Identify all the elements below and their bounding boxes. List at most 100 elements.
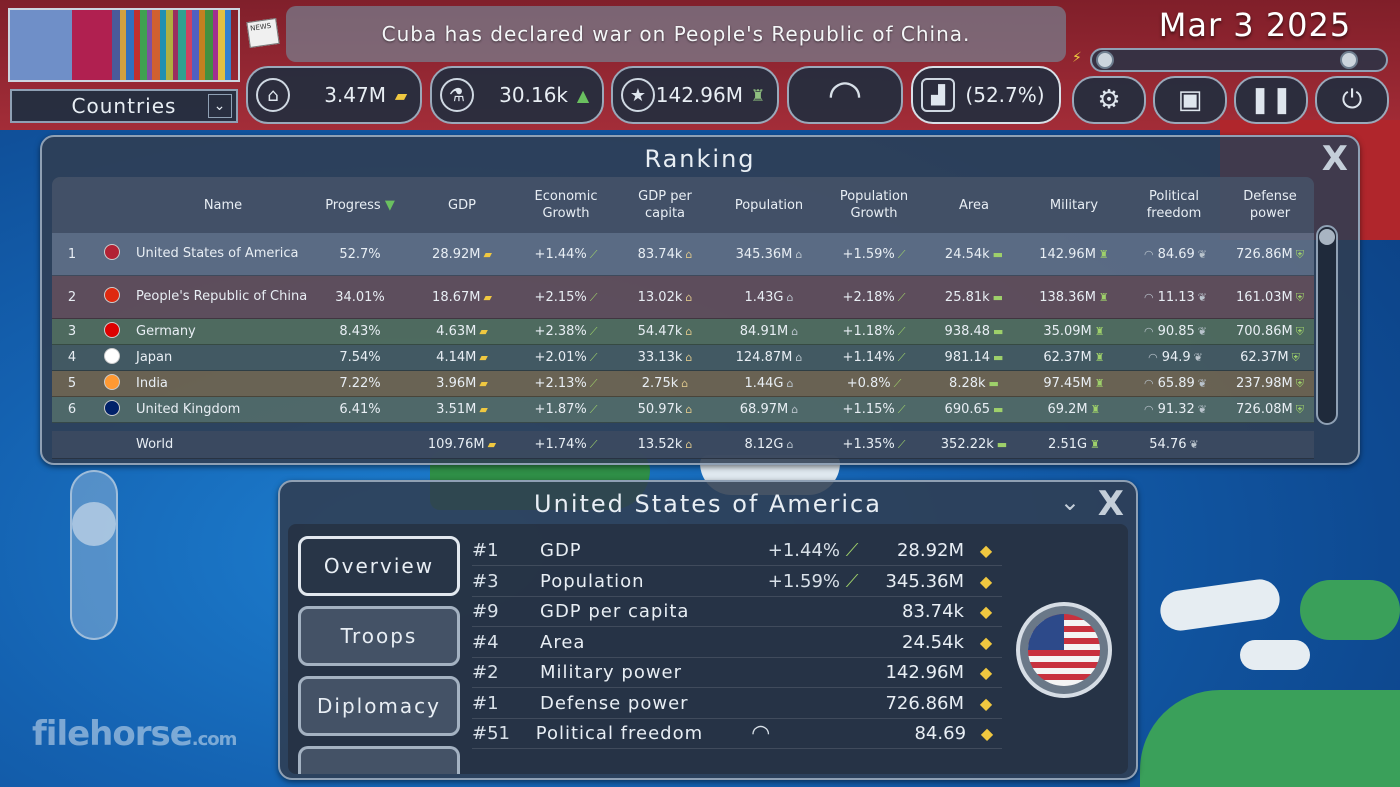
newspaper-icon[interactable]: NEWS xyxy=(246,18,280,48)
tab-diplomacy[interactable]: Diplomacy xyxy=(298,676,460,736)
freedom-cell: ◠ 84.69 ❦ xyxy=(1143,246,1208,262)
close-icon[interactable]: X xyxy=(1098,484,1124,524)
chevron-down-icon[interactable]: ⌄ xyxy=(1060,488,1080,516)
column-header[interactable]: Name xyxy=(132,197,310,214)
progress-cell: 34.01% xyxy=(335,289,385,305)
countries-dropdown[interactable]: Countries ⌄ xyxy=(10,89,238,123)
table-row[interactable]: 4 Japan 7.54% 4.14M ▰ +2.01% ⟋ 33.13k ⌂ 124.87M ⌂ +… xyxy=(52,345,1314,371)
parliament-icon: ◠ xyxy=(1143,377,1154,390)
laurel-icon: ❦ xyxy=(1197,403,1208,416)
gdp-cell: 28.92M ▰ xyxy=(432,246,492,262)
news-headline[interactable]: Cuba has declared war on People's Republ… xyxy=(286,6,1066,62)
growth-cell: +1.87% ⟋ xyxy=(534,402,598,417)
stat-growth: +1.59% xyxy=(767,570,840,592)
close-icon[interactable]: X xyxy=(1322,139,1348,179)
research-stat[interactable]: ⚗ 30.16k ▲ xyxy=(430,66,604,124)
gdp-pc-cell: 2.75k ⌂ xyxy=(641,376,689,391)
world-area: 352.22k xyxy=(940,437,994,452)
military-cell: 142.96M ♜ xyxy=(1039,246,1109,262)
table-row[interactable]: 6 United Kingdom 6.41% 3.51M ▰ +1.87% ⟋ 50.97k ⌂… xyxy=(52,397,1314,423)
game-date: Mar 3 2025 xyxy=(1158,6,1352,44)
world-pop-growth: +1.35% xyxy=(842,437,895,452)
column-header[interactable]: Economic Growth xyxy=(514,188,618,222)
world-gdp: 109.76M xyxy=(427,437,485,452)
area-cell: 8.28k ▬ xyxy=(949,376,999,391)
soldier-icon: ♜ xyxy=(1090,438,1100,451)
approval-stat[interactable]: ▟ (52.7%) xyxy=(911,66,1061,124)
growth-cell: +2.13% ⟋ xyxy=(534,376,598,391)
column-header[interactable]: Population xyxy=(712,197,826,214)
house-icon: ⌂ xyxy=(791,403,799,416)
pause-button[interactable]: ❚❚ xyxy=(1234,76,1308,124)
gdp-pc-cell: 83.74k ⌂ xyxy=(637,246,693,262)
tab-troops[interactable]: Troops xyxy=(298,606,460,666)
gdp-pc-cell: 13.02k ⌂ xyxy=(637,289,693,305)
laurel-icon: ❦ xyxy=(1197,325,1208,338)
gold-bars-icon: ▰ xyxy=(479,351,488,364)
growth-icon: ⟋ xyxy=(589,438,598,451)
world-totals-row: World 109.76M ▰ +1.74% ⟋ 13.52k ⌂ 8.12G ⌂ +1… xyxy=(52,431,1314,459)
pop-growth-cell: +1.15% ⟋ xyxy=(842,402,906,417)
rank-cell: 5 xyxy=(67,376,77,391)
land-icon: ▬ xyxy=(996,438,1008,451)
watermark-text: filehorse xyxy=(32,714,193,754)
gdp-cell: 4.14M ▰ xyxy=(436,350,488,365)
stat-label: Military power xyxy=(540,662,683,683)
zoom-slider[interactable] xyxy=(70,470,118,640)
stat-icon: ◆ xyxy=(980,724,994,743)
defense-cell: 726.86M ⛨ xyxy=(1236,246,1304,262)
growth-icon: ⟋ xyxy=(845,570,859,592)
gdp-cell: 18.67M ▰ xyxy=(432,289,492,305)
ranking-scrollbar[interactable] xyxy=(1316,225,1338,425)
growth-icon: ⟋ xyxy=(589,403,598,416)
growth-icon: ⟋ xyxy=(897,325,906,338)
tab-more[interactable] xyxy=(298,746,460,774)
stat-label: Defense power xyxy=(540,692,689,714)
parliament-button[interactable]: ◠ xyxy=(787,66,903,124)
stat-icon: ◆ xyxy=(979,693,993,713)
military-stat[interactable]: ★ 142.96M ♜ xyxy=(611,66,779,124)
shield-icon: ⛨ xyxy=(1295,247,1304,261)
military-cell: 69.2M ♜ xyxy=(1047,402,1101,417)
money-stat[interactable]: ⌂ 3.47M ▰ xyxy=(246,66,422,124)
tab-overview[interactable]: Overview xyxy=(298,536,460,596)
game-speed-slider[interactable] xyxy=(1090,48,1388,72)
column-header[interactable]: Political freedom xyxy=(1122,188,1226,222)
quit-button[interactable]: ⏻ xyxy=(1315,76,1389,124)
zoom-slider-handle[interactable] xyxy=(72,502,116,546)
population-cell: 1.44G ⌂ xyxy=(744,376,794,391)
stat-value: 345.36M xyxy=(885,570,964,592)
table-row[interactable]: 3 Germany 8.43% 4.63M ▰ +2.38% ⟋ 54.47k ⌂ 84.91M ⌂… xyxy=(52,319,1314,345)
speed-slider-handle[interactable] xyxy=(1096,51,1114,69)
map-territory xyxy=(1157,576,1283,634)
column-header[interactable]: Progress ▼ xyxy=(310,197,410,214)
stat-icon: ◆ xyxy=(979,602,993,621)
column-header[interactable]: Area xyxy=(922,197,1026,214)
table-row[interactable]: 2 People's Republic of China 34.01% 18.67M ▰… xyxy=(52,276,1314,319)
column-header[interactable]: GDP xyxy=(410,197,514,214)
world-population: 8.12G xyxy=(744,437,784,452)
table-row[interactable]: 5 India 7.22% 3.96M ▰ +2.13% ⟋ 2.75k ⌂ 1.44G ⌂ +0.8… xyxy=(52,371,1314,397)
country-detail-panel: United States of America ⌄ X Overview Tr… xyxy=(278,480,1138,780)
column-header[interactable]: Defense power xyxy=(1226,188,1314,222)
gdp-cell: 3.96M ▰ xyxy=(436,376,488,391)
defense-cell: 161.03M ⛨ xyxy=(1236,289,1304,305)
overview-stat-row: #9 GDP per capita 83.74k ◆ xyxy=(472,597,1002,627)
overview-stat-row: #1 GDP +1.44% ⟋ 28.92M ◆ xyxy=(472,536,1002,566)
column-header[interactable]: GDP per capita xyxy=(618,188,712,222)
save-button[interactable]: ▣ xyxy=(1153,76,1227,124)
house-icon: ⌂ xyxy=(685,290,693,304)
laurel-icon: ❦ xyxy=(1193,351,1203,364)
land-icon: ▬ xyxy=(988,377,999,390)
settings-button[interactable]: ⚙ xyxy=(1072,76,1146,124)
table-row[interactable]: 1 United States of America 52.7% 28.92M ▰ +1.… xyxy=(52,233,1314,276)
country-name: Germany xyxy=(136,323,196,339)
country-flags-strip[interactable] xyxy=(8,8,240,82)
scrollbar-thumb[interactable] xyxy=(1319,229,1335,245)
column-header[interactable]: Military xyxy=(1026,197,1122,214)
speed-slider-handle[interactable] xyxy=(1340,51,1358,69)
shield-icon: ⛨ xyxy=(1295,377,1304,390)
parliament-icon: ◠ xyxy=(1143,290,1154,304)
column-header[interactable]: Population Growth xyxy=(826,188,922,222)
gold-bars-icon: ▰ xyxy=(479,325,488,338)
